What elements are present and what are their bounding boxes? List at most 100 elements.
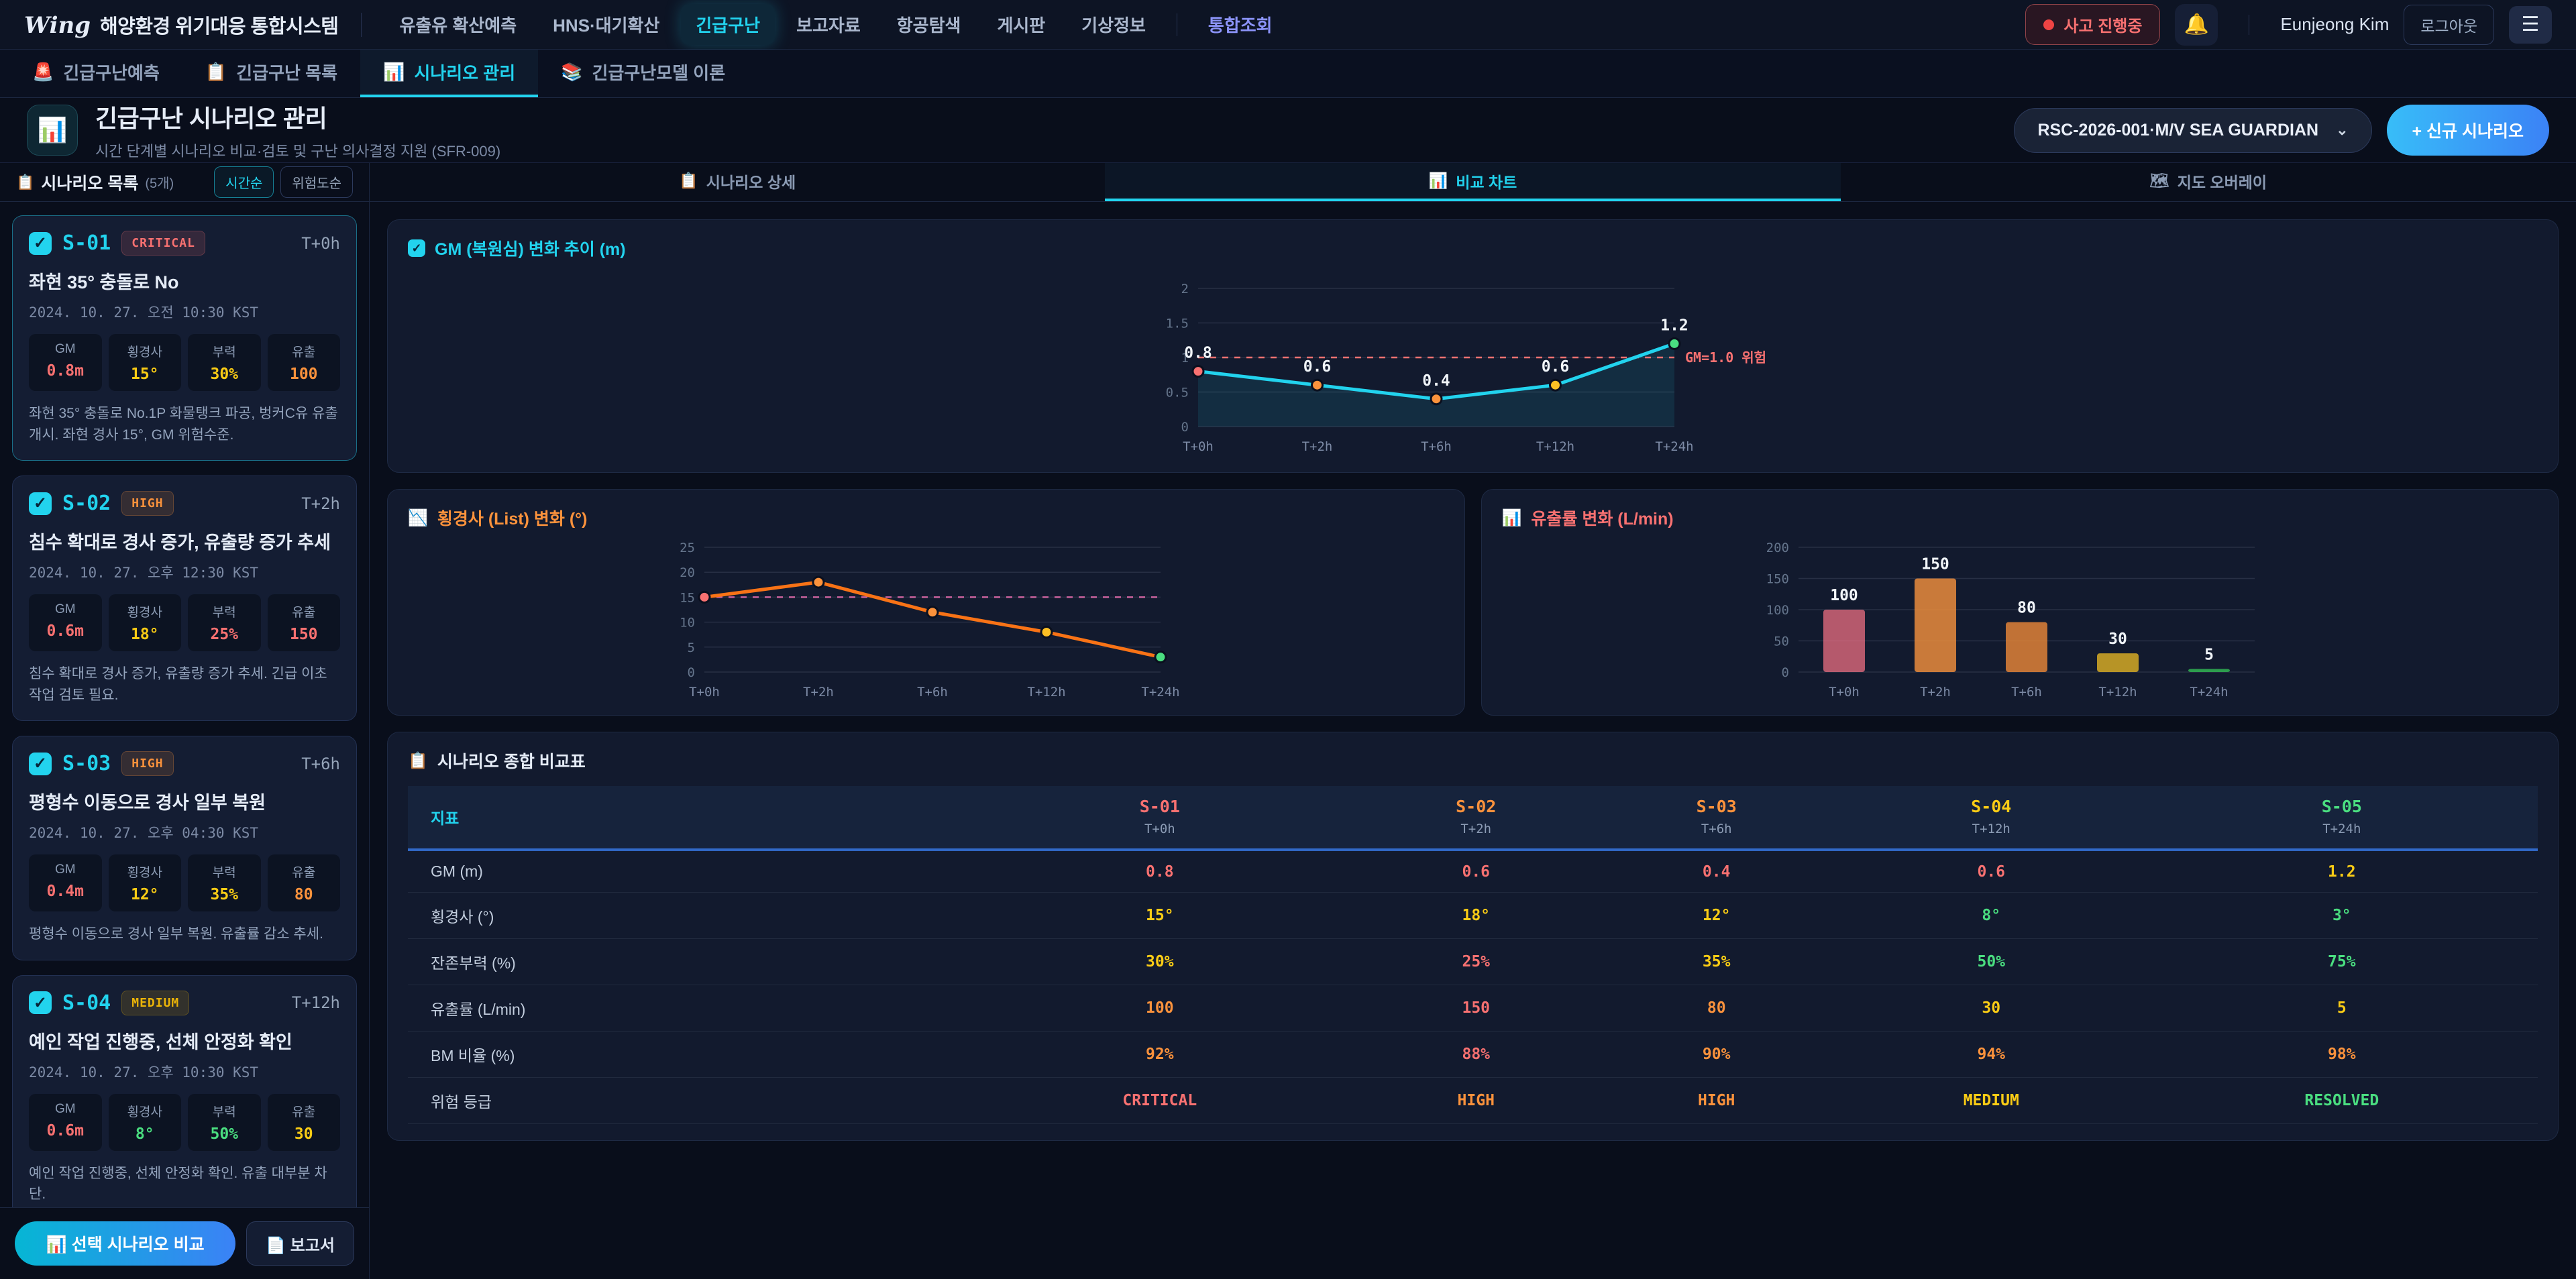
scenario-card-S-02[interactable]: ✓S-02HIGHT+2h침수 확대로 경사 증가, 유출량 증가 추세2024… bbox=[12, 476, 357, 721]
comparison-table: 지표S-01T+0hS-02T+2hS-03T+6hS-04T+12hS-05T… bbox=[408, 786, 2538, 1124]
subtab-1[interactable]: 🚨긴급구난예측 bbox=[9, 50, 182, 97]
svg-text:T+6h: T+6h bbox=[2011, 685, 2042, 700]
scenario-description: 침수 확대로 경사 증가, 유출량 증가 추세. 긴급 이초 작업 검토 필요. bbox=[29, 663, 340, 706]
stat-value: 35% bbox=[192, 886, 257, 903]
notifications-button[interactable]: 🔔 bbox=[2175, 4, 2218, 46]
scenario-list-header: 📋 시나리오 목록 (5개) 시간순위험도순 bbox=[0, 163, 369, 202]
svg-text:0.6: 0.6 bbox=[1303, 358, 1331, 376]
spill-rate-panel: 📊유출률 변화 (L/min)050100150200T+0hT+2hT+6hT… bbox=[1481, 489, 2559, 716]
metric-value: 75% bbox=[2146, 939, 2538, 985]
svg-text:50: 50 bbox=[1774, 634, 1789, 649]
scenario-column-header: S-04T+12h bbox=[1837, 786, 2146, 850]
subtab-label: 긴급구난 목록 bbox=[236, 60, 337, 85]
sort-button-1[interactable]: 시간순 bbox=[214, 166, 274, 198]
svg-text:150: 150 bbox=[1921, 556, 1949, 573]
nav-item-3[interactable]: 긴급구난 bbox=[681, 4, 775, 45]
checkbox-checked[interactable]: ✓ bbox=[29, 492, 52, 515]
detail-tab-3[interactable]: 🗺지도 오버레이 bbox=[1841, 163, 2576, 201]
scenario-id: S-04 bbox=[62, 991, 111, 1015]
module-tab-bar: 🚨긴급구난예측 📋 긴급구난 목록 📊시나리오 관리📚긴급구난모델 이론 bbox=[0, 50, 2576, 98]
metric-value: 98% bbox=[2146, 1032, 2538, 1078]
svg-text:10: 10 bbox=[680, 616, 695, 630]
svg-text:15: 15 bbox=[680, 590, 695, 605]
nav-item-5[interactable]: 항공탐색 bbox=[882, 4, 976, 45]
stat-value: 0.6m bbox=[33, 1122, 98, 1139]
page-subtitle: 시간 단계별 시나리오 비교·검토 및 구난 의사결정 지원 (SFR-009) bbox=[95, 140, 500, 161]
panel-title-icon: 📊 bbox=[1502, 508, 1522, 528]
svg-text:T+0h: T+0h bbox=[1829, 685, 1860, 700]
svg-text:T+2h: T+2h bbox=[1920, 685, 1951, 700]
stat-label: 횡경사 bbox=[113, 863, 178, 881]
metric-value: 3° bbox=[2146, 893, 2538, 939]
subtab-3[interactable]: 📊시나리오 관리 bbox=[360, 50, 538, 97]
hamburger-menu-button[interactable]: ☰ bbox=[2509, 6, 2552, 44]
sidebar-footer: 📊 선택 시나리오 비교 📄 보고서 bbox=[0, 1207, 369, 1279]
subtab-4[interactable]: 📚긴급구난모델 이론 bbox=[538, 50, 748, 97]
svg-text:100: 100 bbox=[1830, 587, 1858, 604]
detail-tab-icon: 📋 bbox=[679, 172, 698, 190]
card-header-row: ✓S-02HIGHT+2h bbox=[29, 491, 340, 516]
checkbox-checked[interactable]: ✓ bbox=[408, 239, 425, 257]
metric-value: 150 bbox=[1356, 985, 1596, 1032]
svg-text:0: 0 bbox=[1781, 665, 1788, 680]
logout-button[interactable]: 로그아웃 bbox=[2404, 5, 2494, 45]
scenario-column-header: S-01 T+0h bbox=[964, 786, 1356, 850]
subtab-2[interactable]: 📋 긴급구난 목록 bbox=[182, 50, 360, 97]
incident-status-label: 사고 진행중 bbox=[2063, 13, 2142, 36]
compare-scenarios-button[interactable]: 📊 선택 시나리오 비교 bbox=[15, 1221, 235, 1266]
checkbox-checked[interactable]: ✓ bbox=[29, 753, 52, 775]
scenario-card-S-04[interactable]: ✓S-04MEDIUMT+12h예인 작업 진행중, 선체 안정화 확인2024… bbox=[12, 975, 357, 1208]
metric-value: 0.8 bbox=[964, 850, 1356, 893]
list-angle-panel: 📉횡경사 (List) 변화 (°)0510152025T+0hT+2hT+6h… bbox=[387, 489, 1465, 716]
chart: 00.511.52T+0hT+2hT+6hT+12hT+24hGM=1.0 위험… bbox=[408, 260, 2538, 461]
nav-item-1[interactable]: 유출유 확산예측 bbox=[384, 4, 531, 45]
incident-select[interactable]: RSC-2026-001·M/V SEA GUARDIAN ⌄ bbox=[2014, 108, 2371, 153]
metric-value: 0.6 bbox=[1837, 850, 2146, 893]
scenario-column-header: S-02T+2h bbox=[1356, 786, 1596, 850]
nav-item-7[interactable]: 기상정보 bbox=[1067, 4, 1161, 45]
time-offset: T+6h bbox=[301, 755, 340, 773]
checkbox-checked[interactable]: ✓ bbox=[29, 232, 52, 255]
page-icon: 📊 bbox=[27, 105, 78, 156]
severity-badge: CRITICAL bbox=[121, 231, 205, 256]
new-scenario-button[interactable]: + 신규 시나리오 bbox=[2387, 105, 2550, 156]
detail-tab-2[interactable]: 📊비교 차트 bbox=[1105, 163, 1840, 201]
stat-value: 18° bbox=[113, 626, 178, 643]
scenario-column-header: S-03T+6h bbox=[1596, 786, 1836, 850]
svg-text:T+12h: T+12h bbox=[1536, 439, 1574, 454]
nav-item-6[interactable]: 게시판 bbox=[982, 4, 1060, 45]
stat-tile: 부력50% bbox=[188, 1094, 261, 1151]
nav-item-2[interactable]: HNS·대기확산 bbox=[538, 4, 674, 45]
table-row: GM (m)0.80.60.40.61.2 bbox=[408, 850, 2538, 893]
svg-text:GM=1.0 위험: GM=1.0 위험 bbox=[1685, 349, 1766, 366]
checkbox-checked[interactable]: ✓ bbox=[29, 991, 52, 1014]
sort-button-2[interactable]: 위험도순 bbox=[280, 166, 353, 198]
main-nav: 유출유 확산예측HNS·대기확산긴급구난보고자료항공탐색게시판기상정보 통합조회 bbox=[384, 4, 1287, 45]
metric-value: 12° bbox=[1596, 893, 1836, 939]
svg-text:5: 5 bbox=[2204, 646, 2214, 663]
svg-text:1.2: 1.2 bbox=[1660, 317, 1688, 334]
panel-title: 📉횡경사 (List) 변화 (°) bbox=[408, 506, 1444, 530]
svg-text:T+12h: T+12h bbox=[2098, 685, 2137, 700]
metric-label: 잔존부력 (%) bbox=[408, 939, 964, 985]
scenario-column-id: S-01 bbox=[971, 797, 1349, 816]
nav-item-8[interactable]: 통합조회 bbox=[1193, 4, 1287, 45]
metric-column-header: 지표 bbox=[408, 786, 964, 850]
nav-item-4[interactable]: 보고자료 bbox=[782, 4, 875, 45]
scenario-card-S-01[interactable]: ✓S-01CRITICALT+0h좌현 35° 충돌로 No2024. 10. … bbox=[12, 215, 357, 461]
stat-value: 50% bbox=[192, 1125, 257, 1143]
svg-text:80: 80 bbox=[2017, 600, 2036, 617]
metric-label: 횡경사 (°) bbox=[408, 893, 964, 939]
incident-status-badge: 사고 진행중 bbox=[2025, 4, 2160, 45]
time-offset: T+0h bbox=[301, 234, 340, 253]
scenario-datetime: 2024. 10. 27. 오전 10:30 KST bbox=[29, 302, 340, 322]
subtab-icon: 📋 bbox=[205, 62, 227, 82]
scenario-column-time: T+0h bbox=[971, 822, 1349, 836]
metric-value: 8° bbox=[1837, 893, 2146, 939]
metric-value: 5 bbox=[2146, 985, 2538, 1032]
svg-text:T+24h: T+24h bbox=[1655, 439, 1693, 454]
detail-tab-1[interactable]: 📋시나리오 상세 bbox=[370, 163, 1105, 201]
document-icon: 📄 bbox=[266, 1237, 286, 1255]
report-button[interactable]: 📄 보고서 bbox=[246, 1221, 354, 1266]
scenario-card-S-03[interactable]: ✓S-03HIGHT+6h평형수 이동으로 경사 일부 복원2024. 10. … bbox=[12, 736, 357, 960]
